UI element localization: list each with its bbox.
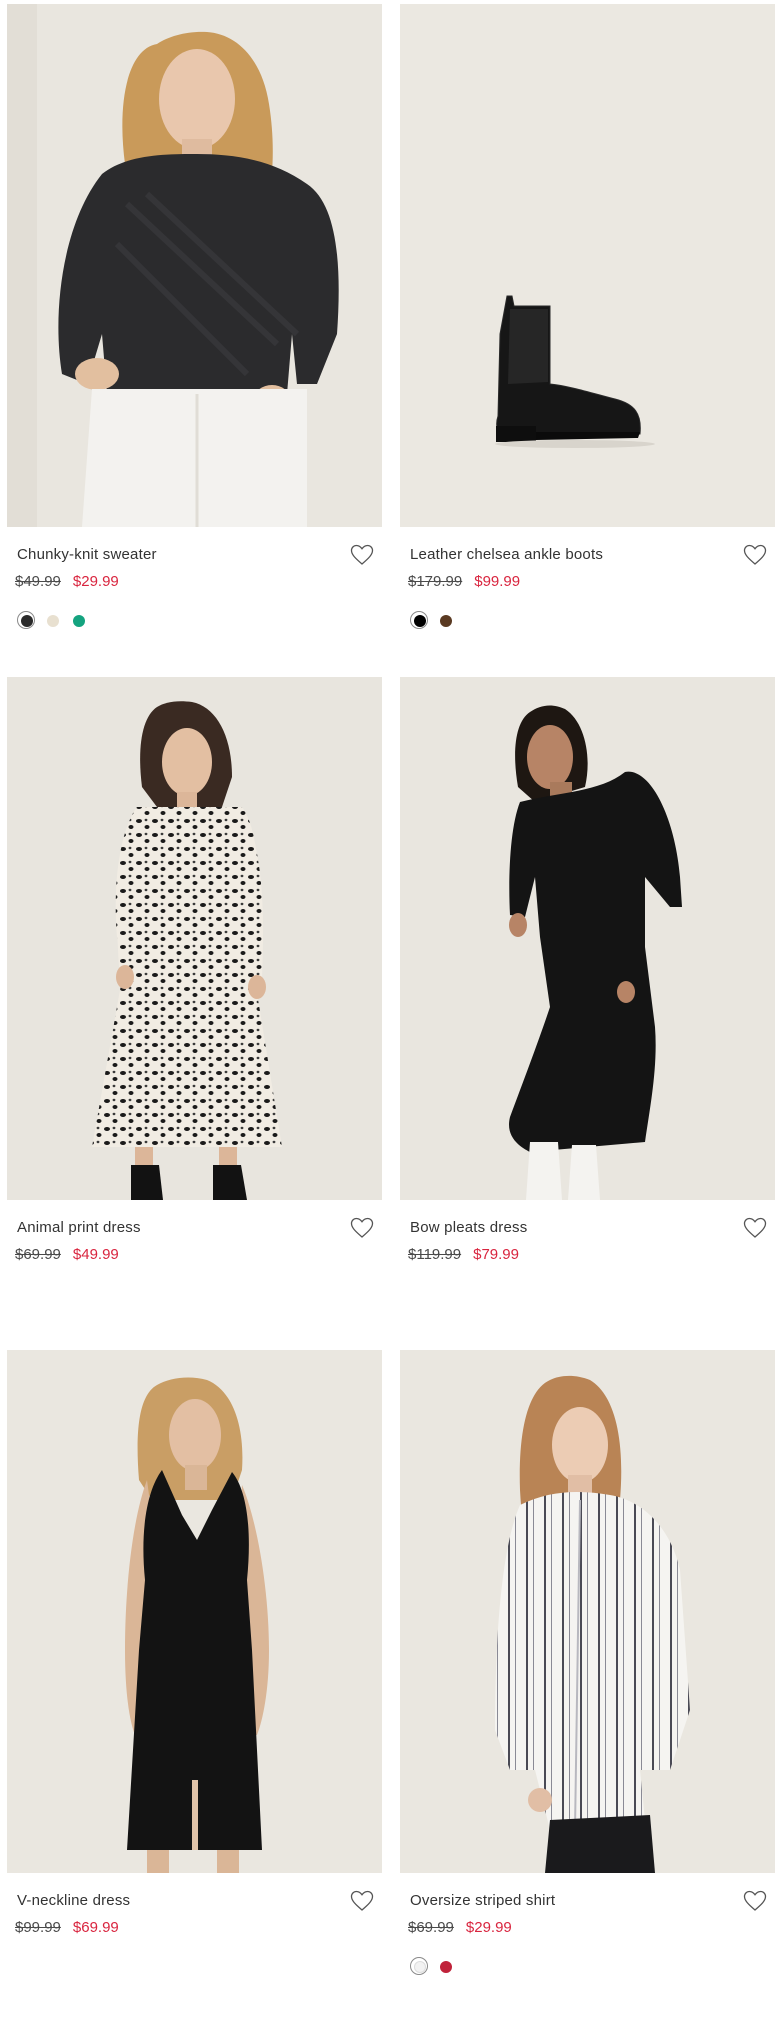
sale-price: $29.99 [465, 1919, 512, 1936]
product-card: Chunky-knit sweater $49.99 $29.99 [7, 4, 382, 674]
product-card: Animal print dress $69.99 $49.99 [7, 677, 382, 1347]
product-card: Bow pleats dress $119.99 $79.99 [400, 677, 775, 1347]
product-grid: Chunky-knit sweater $49.99 $29.99 Leather [0, 0, 775, 1981]
heart-outline-icon[interactable] [350, 544, 374, 566]
product-name[interactable]: Bow pleats dress [410, 1219, 527, 1236]
product-name[interactable]: Animal print dress [17, 1219, 141, 1236]
sale-price: $49.99 [72, 1246, 119, 1263]
heart-outline-icon[interactable] [350, 1217, 374, 1239]
product-name[interactable]: Oversize striped shirt [410, 1892, 555, 1909]
original-price: $69.99 [15, 1246, 61, 1263]
product-name[interactable]: Chunky-knit sweater [17, 546, 157, 563]
sale-price: $29.99 [72, 573, 119, 590]
heart-outline-icon[interactable] [743, 544, 767, 566]
heart-outline-icon[interactable] [743, 1217, 767, 1239]
color-swatches [410, 1957, 462, 1977]
color-swatch-black[interactable] [410, 611, 428, 629]
price-row: $69.99 $49.99 [15, 1246, 119, 1263]
original-price: $69.99 [408, 1919, 454, 1936]
sale-price: $79.99 [473, 1246, 519, 1263]
heart-outline-icon[interactable] [350, 1890, 374, 1912]
product-card: Oversize striped shirt $69.99 $29.99 [400, 1350, 775, 2020]
heart-outline-icon[interactable] [743, 1890, 767, 1912]
product-image-animal-print-dress[interactable] [7, 677, 382, 1200]
product-card: V-neckline dress $99.99 $69.99 [7, 1350, 382, 2020]
color-swatch-red[interactable] [436, 1957, 454, 1975]
product-card: Leather chelsea ankle boots $179.99 $99.9… [400, 4, 775, 674]
product-image-chunky-knit-sweater[interactable] [7, 4, 382, 527]
product-image-v-neckline-dress[interactable] [7, 1350, 382, 1873]
product-name[interactable]: V-neckline dress [17, 1892, 130, 1909]
price-row: $99.99 $69.99 [15, 1919, 119, 1936]
color-swatch-cream[interactable] [43, 611, 61, 629]
sale-price: $69.99 [72, 1919, 119, 1936]
original-price: $49.99 [15, 573, 61, 590]
original-price: $99.99 [15, 1919, 61, 1936]
price-row: $69.99 $29.99 [408, 1919, 512, 1936]
color-swatches [410, 611, 462, 631]
price-row: $49.99 $29.99 [15, 573, 119, 590]
price-row: $179.99 $99.99 [408, 573, 520, 590]
original-price: $119.99 [408, 1246, 462, 1263]
sale-price: $99.99 [474, 573, 521, 590]
color-swatch-dark[interactable] [17, 611, 35, 629]
price-row: $119.99 $79.99 [408, 1246, 519, 1263]
color-swatch-green[interactable] [69, 611, 87, 629]
color-swatch-brown[interactable] [436, 611, 454, 629]
color-swatch-white[interactable] [410, 1957, 428, 1975]
product-name[interactable]: Leather chelsea ankle boots [410, 546, 603, 563]
product-image-leather-chelsea-ankle-boots[interactable] [400, 4, 775, 527]
original-price: $179.99 [408, 573, 463, 590]
product-image-bow-pleats-dress[interactable] [400, 677, 775, 1200]
product-image-oversize-striped-shirt[interactable] [400, 1350, 775, 1873]
color-swatches [17, 611, 95, 631]
